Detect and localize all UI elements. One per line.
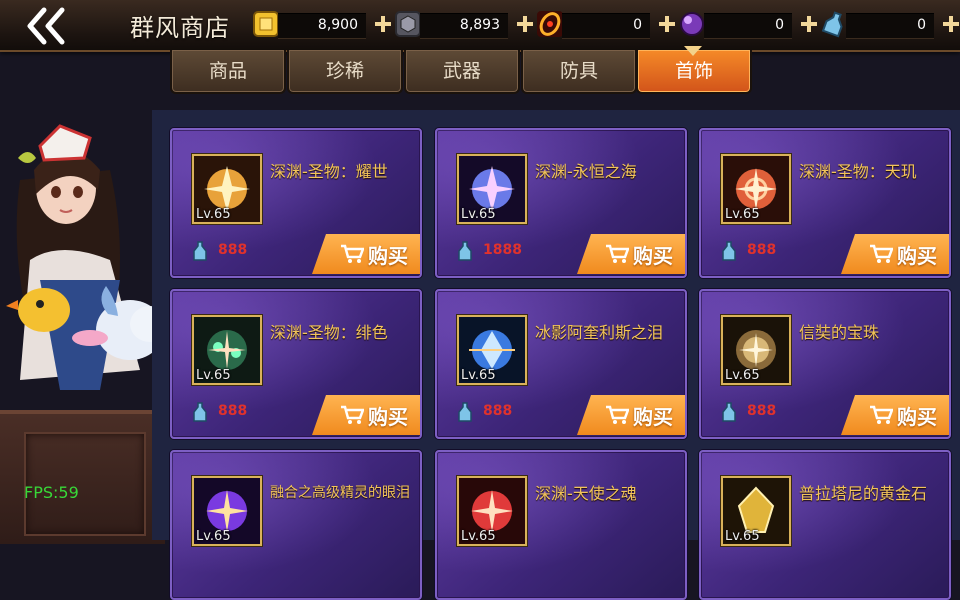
buy-button[interactable]: 购买 — [841, 234, 949, 274]
back-button[interactable] — [14, 4, 80, 48]
item-name: 信奘的宝珠 — [799, 323, 880, 342]
item-price: 888 — [483, 403, 513, 419]
item-name: 普拉塔尼的黄金石 — [799, 484, 928, 503]
top-bar: 群风商店 8,900 8,893 0 0 0 — [0, 0, 960, 52]
item-level: Lv.65 — [725, 207, 760, 222]
shopping-cart-icon — [341, 244, 364, 263]
shop-item-card[interactable]: Lv.65 融合之高级精灵的眼泪 — [170, 450, 422, 600]
currency-orb: 0 — [676, 6, 824, 44]
currency-fire: 0 — [534, 6, 682, 44]
plus-icon — [801, 16, 817, 32]
item-icon-frame: Lv.65 — [192, 154, 262, 224]
currency-orb-value: 0 — [775, 17, 784, 33]
buy-label: 购买 — [368, 243, 408, 268]
blue-bottle-icon — [193, 241, 207, 261]
plus-icon — [517, 16, 533, 32]
item-level: Lv.65 — [725, 368, 760, 383]
currency-bottle: 0 — [818, 6, 960, 44]
currency-silver-value: 8,893 — [459, 17, 500, 33]
shopping-cart-icon — [341, 405, 364, 424]
shopping-cart-icon — [606, 405, 629, 424]
buy-button[interactable]: 购买 — [577, 395, 685, 435]
buy-button[interactable]: 购买 — [841, 395, 949, 435]
fps-counter: FPS:59 — [24, 483, 79, 502]
item-name: 深渊-天使之魂 — [535, 484, 637, 503]
blue-bottle-icon — [193, 402, 207, 422]
item-icon-frame: Lv.65 — [457, 476, 527, 546]
item-level: Lv.65 — [196, 368, 231, 383]
buy-button[interactable]: 购买 — [312, 234, 420, 274]
item-icon-frame: Lv.65 — [192, 315, 262, 385]
item-level: Lv.65 — [461, 368, 496, 383]
item-name: 冰影阿奎利斯之泪 — [535, 323, 664, 342]
wooden-cabinet — [0, 410, 165, 544]
tab-weapons[interactable]: 武器 — [404, 50, 520, 94]
shop-item-card[interactable]: Lv.65 深渊-圣物：天玑 888 购买 — [699, 128, 951, 278]
blue-bottle-icon — [458, 241, 472, 261]
blue-bottle-icon — [722, 241, 736, 261]
item-price: 888 — [747, 403, 777, 419]
item-level: Lv.65 — [725, 529, 760, 544]
plus-icon — [943, 16, 959, 32]
shop-item-card[interactable]: Lv.65 信奘的宝珠 888 购买 — [699, 289, 951, 439]
item-level: Lv.65 — [461, 529, 496, 544]
tab-goods[interactable]: 商品 — [170, 50, 286, 94]
item-icon-frame: Lv.65 — [192, 476, 262, 546]
currency-fire-value: 0 — [633, 17, 642, 33]
currency-gold: 8,900 — [250, 6, 398, 44]
item-name: 深渊-圣物：天玑 — [799, 162, 917, 181]
plus-icon — [659, 16, 675, 32]
buy-button[interactable]: 购买 — [312, 395, 420, 435]
buy-label: 购买 — [633, 243, 673, 268]
blue-bottle-icon — [458, 402, 472, 422]
buy-label: 购买 — [368, 404, 408, 429]
buy-label: 购买 — [897, 404, 937, 429]
buy-label: 购买 — [897, 243, 937, 268]
item-price: 888 — [218, 242, 248, 258]
blue-bottle-icon — [722, 402, 736, 422]
tab-armor[interactable]: 防具 — [521, 50, 637, 94]
item-name: 融合之高级精灵的眼泪 — [270, 485, 410, 501]
buy-button[interactable]: 购买 — [577, 234, 685, 274]
currency-gold-value: 8,900 — [317, 17, 358, 33]
shopping-cart-icon — [870, 244, 893, 263]
item-level: Lv.65 — [461, 207, 496, 222]
item-name: 深渊-圣物：绯色 — [270, 323, 388, 342]
item-icon-frame: Lv.65 — [457, 154, 527, 224]
item-icon-frame: Lv.65 — [721, 315, 791, 385]
shop-item-card[interactable]: Lv.65 深渊-圣物：耀世 888 购买 — [170, 128, 422, 278]
shopping-cart-icon — [870, 405, 893, 424]
double-chevron-left-icon — [27, 7, 65, 45]
currency-silver: 8,893 — [392, 6, 540, 44]
item-name: 深渊-永恒之海 — [535, 162, 637, 181]
item-level: Lv.65 — [196, 529, 231, 544]
item-icon-frame: Lv.65 — [721, 476, 791, 546]
item-name: 深渊-圣物：耀世 — [270, 162, 388, 181]
active-tab-caret-icon — [684, 46, 702, 56]
shop-item-card[interactable]: Lv.65 深渊-天使之魂 — [435, 450, 687, 600]
add-bottle-button[interactable] — [938, 10, 960, 38]
tab-accessories[interactable]: 首饰 — [636, 50, 752, 94]
shopping-cart-icon — [606, 244, 629, 263]
item-icon-frame: Lv.65 — [457, 315, 527, 385]
shop-item-card[interactable]: Lv.65 普拉塔尼的黄金石 — [699, 450, 951, 600]
page-title: 群风商店 — [130, 14, 230, 42]
currency-bottle-value: 0 — [917, 17, 926, 33]
buy-label: 购买 — [633, 404, 673, 429]
item-price: 1888 — [483, 242, 522, 258]
item-level: Lv.65 — [196, 207, 231, 222]
plus-icon — [375, 16, 391, 32]
item-price: 888 — [218, 403, 248, 419]
shop-item-card[interactable]: Lv.65 深渊-圣物：绯色 888 购买 — [170, 289, 422, 439]
tab-rare[interactable]: 珍稀 — [287, 50, 403, 94]
shop-item-card[interactable]: Lv.65 深渊-永恒之海 1888 购买 — [435, 128, 687, 278]
shop-item-card[interactable]: Lv.65 冰影阿奎利斯之泪 888 购买 — [435, 289, 687, 439]
item-icon-frame: Lv.65 — [721, 154, 791, 224]
item-price: 888 — [747, 242, 777, 258]
